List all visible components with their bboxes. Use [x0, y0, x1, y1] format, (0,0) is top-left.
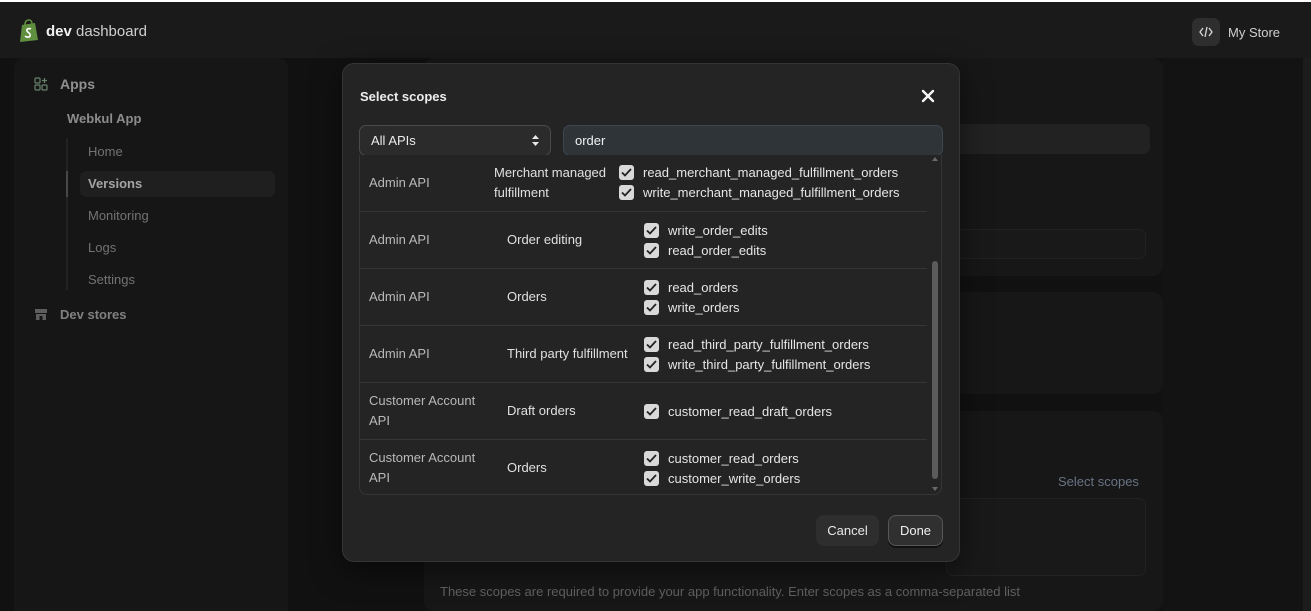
scope-item[interactable]: read_third_party_fulfillment_orders	[644, 334, 869, 354]
checkmark-icon	[646, 302, 657, 312]
scope-item[interactable]: customer_read_orders	[644, 448, 799, 468]
store-switcher-button[interactable]: My Store	[1192, 17, 1302, 47]
checkbox[interactable]	[644, 279, 659, 295]
select-scopes-modal: Select scopes All APIs order Admin API M…	[342, 63, 960, 562]
checkmark-icon	[646, 339, 657, 349]
scope-item[interactable]: read_order_edits	[644, 240, 766, 260]
scope-label: write_orders	[668, 299, 740, 315]
checkbox[interactable]	[644, 403, 659, 419]
scope-label: read_order_edits	[668, 242, 767, 258]
scope-label: read_orders	[668, 279, 739, 295]
scope-label: read_third_party_fulfillment_orders	[668, 336, 869, 352]
checkmark-icon	[621, 167, 632, 177]
scope-item[interactable]: write_merchant_managed_fulfillment_order…	[619, 182, 900, 202]
store-label: My Store	[1228, 24, 1281, 40]
shopify-bag-icon[interactable]	[18, 19, 40, 43]
scroll-down-arrow-icon[interactable]	[932, 487, 938, 491]
checkbox[interactable]	[644, 470, 659, 486]
scope-item[interactable]: customer_write_orders	[644, 468, 800, 488]
scope-item[interactable]: customer_read_draft_orders	[644, 401, 832, 421]
scope-row-group: Order editing	[507, 232, 583, 247]
scope-label: read_merchant_managed_fulfillment_orders	[643, 164, 899, 180]
scope-row: Admin API Merchant managed fulfillment r…	[360, 155, 927, 212]
done-button[interactable]: Done	[888, 515, 943, 546]
scope-row-group: Orders	[507, 460, 547, 475]
scope-row-api: Admin API	[369, 175, 430, 190]
checkbox[interactable]	[619, 164, 634, 180]
scope-label: write_third_party_fulfillment_orders	[668, 356, 871, 372]
scopes-list: Admin API Merchant managed fulfillment r…	[359, 155, 942, 495]
brand-title[interactable]: dev dashboard	[46, 23, 147, 40]
checkmark-icon	[646, 453, 657, 463]
scope-row-group: Merchant managed fulfillment	[494, 165, 607, 200]
checkmark-icon	[646, 406, 657, 416]
select-arrows-icon	[532, 135, 539, 146]
api-filter-value: All APIs	[371, 133, 416, 148]
checkbox[interactable]	[644, 242, 659, 258]
checkmark-icon	[646, 473, 657, 483]
close-icon[interactable]	[919, 87, 937, 105]
checkbox[interactable]	[644, 450, 659, 466]
scope-item[interactable]: write_order_edits	[644, 220, 768, 240]
scope-search-input[interactable]: order	[563, 125, 943, 156]
top-bar: dev dashboard My Store	[0, 0, 1311, 60]
checkbox[interactable]	[644, 336, 659, 352]
scrollbar-thumb[interactable]	[932, 261, 938, 479]
scope-label: write_order_edits	[668, 222, 768, 238]
modal-title: Select scopes	[360, 89, 447, 104]
scope-label: write_merchant_managed_fulfillment_order…	[643, 184, 900, 200]
api-filter-select[interactable]: All APIs	[359, 125, 551, 156]
list-scrollbar[interactable]	[928, 155, 941, 494]
checkmark-icon	[621, 187, 632, 197]
scope-row: Admin API Third party fulfillment read_t…	[360, 326, 927, 383]
scope-row: Customer Account API Orders customer_rea…	[360, 440, 927, 494]
scope-item[interactable]: read_merchant_managed_fulfillment_orders	[619, 162, 898, 182]
checkmark-icon	[646, 282, 657, 292]
checkbox[interactable]	[644, 356, 659, 372]
scroll-up-arrow-icon[interactable]	[932, 157, 938, 161]
scope-row-group: Third party fulfillment	[507, 346, 628, 361]
checkmark-icon	[646, 225, 657, 235]
checkbox[interactable]	[619, 184, 634, 200]
scope-row-group: Orders	[507, 289, 547, 304]
scope-item[interactable]: write_orders	[644, 297, 740, 317]
brand-rest: dashboard	[71, 23, 147, 40]
scope-row-api: Admin API	[369, 346, 430, 361]
scope-item[interactable]: read_orders	[644, 277, 738, 297]
scope-row-api: Customer Account API	[369, 450, 476, 485]
checkbox[interactable]	[644, 299, 659, 315]
scope-row-api: Admin API	[369, 232, 430, 247]
scope-row: Customer Account API Draft orders custom…	[360, 383, 927, 440]
scope-row: Admin API Orders read_orders write_order…	[360, 269, 927, 326]
scope-label: customer_read_orders	[668, 450, 799, 466]
scope-row-group: Draft orders	[507, 403, 576, 418]
scope-label: customer_read_draft_orders	[668, 403, 833, 419]
scope-label: customer_write_orders	[668, 470, 801, 486]
checkmark-icon	[646, 359, 657, 369]
scope-row-api: Customer Account API	[369, 393, 476, 428]
cancel-button[interactable]: Cancel	[816, 515, 879, 546]
scope-row-api: Admin API	[369, 289, 430, 304]
checkmark-icon	[646, 245, 657, 255]
brand-bold: dev	[46, 23, 72, 40]
scope-item[interactable]: write_third_party_fulfillment_orders	[644, 354, 870, 374]
scope-row: Admin API Order editing write_order_edit…	[360, 212, 927, 269]
checkbox[interactable]	[644, 222, 659, 238]
code-icon	[1192, 18, 1220, 46]
